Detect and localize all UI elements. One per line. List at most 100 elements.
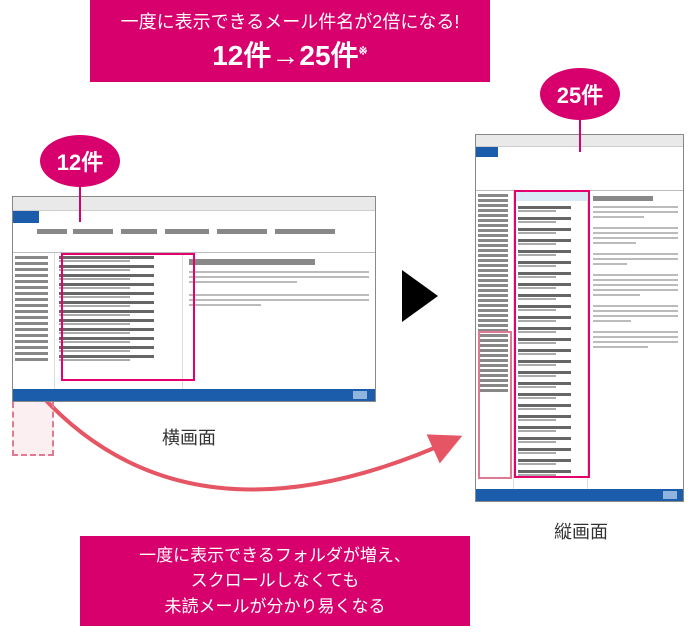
ribbon-group <box>121 229 157 234</box>
list-item <box>518 283 583 292</box>
status-bar <box>476 489 683 501</box>
folders-pane <box>476 191 514 489</box>
folder-item <box>478 274 508 277</box>
body-line <box>189 276 369 278</box>
folder-item <box>478 264 508 267</box>
body-line <box>593 315 678 317</box>
folder-item <box>478 339 508 342</box>
list-item <box>518 294 583 303</box>
body-line <box>593 310 678 312</box>
folder-item <box>478 214 508 217</box>
pointer-line-25 <box>579 120 581 152</box>
body-line <box>593 336 678 338</box>
footer-banner: 一度に表示できるフォルダが増え、 スクロールしなくても 未読メールが分かり易くな… <box>80 536 470 626</box>
transition-arrow-icon <box>402 270 438 322</box>
caption-landscape: 横画面 <box>162 424 216 450</box>
folder-item <box>478 194 508 197</box>
list-item <box>518 448 583 457</box>
app-body <box>13 253 375 389</box>
list-item <box>518 206 583 215</box>
body-line <box>593 242 636 244</box>
folder-item <box>478 389 508 392</box>
list-item <box>518 250 583 259</box>
body-line <box>593 289 678 291</box>
reading-pane <box>588 191 683 489</box>
list-item <box>59 292 178 299</box>
body-line <box>189 281 297 283</box>
body-line <box>593 341 678 343</box>
folder-item <box>15 358 48 361</box>
list-item <box>518 305 583 314</box>
pointer-line-12 <box>79 187 81 222</box>
folder-item <box>15 298 48 301</box>
folder-item <box>15 316 48 319</box>
count-badge-12: 12件 <box>40 135 120 187</box>
folder-item <box>478 219 508 222</box>
message-list-pane <box>514 191 588 489</box>
list-item <box>59 274 178 281</box>
list-item <box>59 256 178 263</box>
headline-banner: 一度に表示できるメール件名が2倍になる! 12件→25件※ <box>90 0 490 82</box>
list-item <box>518 316 583 325</box>
body-line <box>593 206 678 208</box>
body-line <box>593 305 678 307</box>
list-item <box>518 437 583 446</box>
folders-pane <box>13 253 55 389</box>
body-line <box>593 211 678 213</box>
body-line <box>593 263 627 265</box>
list-item <box>518 239 583 248</box>
folder-item <box>478 364 508 367</box>
folder-item <box>15 340 48 343</box>
folder-item <box>15 352 48 355</box>
body-line <box>593 227 678 229</box>
folder-item <box>15 310 48 313</box>
folder-item <box>15 322 48 325</box>
folder-item <box>15 286 48 289</box>
body-line <box>593 331 678 333</box>
list-item <box>59 319 178 326</box>
folder-item <box>478 224 508 227</box>
folder-item <box>478 334 508 337</box>
folder-item <box>15 346 48 349</box>
folder-item <box>15 268 48 271</box>
folder-item <box>478 244 508 247</box>
body-line <box>593 320 631 322</box>
folders-overflow-indicator <box>12 402 54 456</box>
list-item <box>59 310 178 317</box>
folder-item <box>15 292 48 295</box>
view-buttons <box>663 491 677 499</box>
folder-item <box>478 284 508 287</box>
list-item <box>518 371 583 380</box>
ribbon-group <box>73 229 113 234</box>
ribbon-group <box>217 229 267 234</box>
folder-item <box>478 279 508 282</box>
list-item <box>59 337 178 344</box>
list-item <box>518 272 583 281</box>
list-item <box>59 301 178 308</box>
folder-item <box>478 344 508 347</box>
folder-item <box>478 249 508 252</box>
folder-item <box>478 289 508 292</box>
folder-item <box>478 294 508 297</box>
folder-item <box>478 369 508 372</box>
folder-item <box>478 209 508 212</box>
body-line <box>593 279 678 281</box>
headline-line1: 一度に表示できるメール件名が2倍になる! <box>121 8 460 34</box>
footer-line2: スクロールしなくても <box>191 568 360 594</box>
body-line <box>593 284 678 286</box>
list-item <box>518 327 583 336</box>
list-item <box>518 382 583 391</box>
folder-item <box>15 280 48 283</box>
folder-item <box>478 359 508 362</box>
list-item <box>518 261 583 270</box>
list-item <box>518 360 583 369</box>
folder-item <box>478 259 508 262</box>
body-line <box>189 304 261 306</box>
folder-item <box>478 384 508 387</box>
folder-item <box>478 304 508 307</box>
folder-item <box>478 374 508 377</box>
folder-item <box>15 304 48 307</box>
list-header-row <box>514 191 587 201</box>
body-line <box>189 299 369 301</box>
body-line <box>593 346 648 348</box>
